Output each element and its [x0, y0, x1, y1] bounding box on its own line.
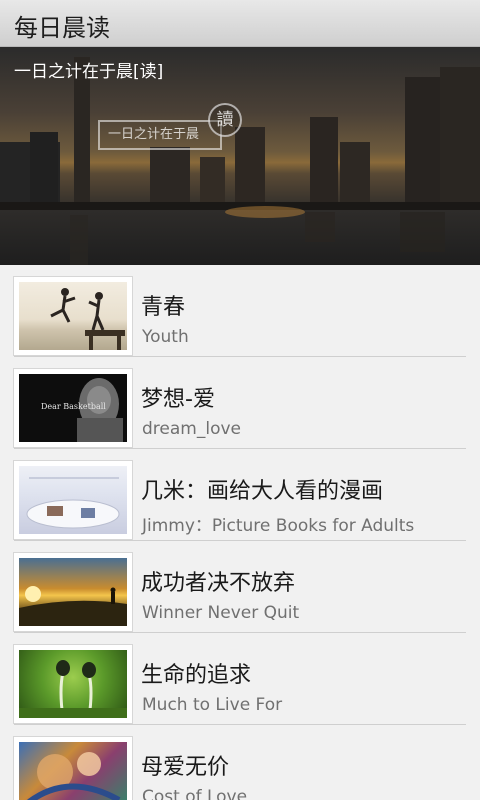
- article-subtitle: Youth: [142, 327, 189, 347]
- article-title: 生命的追求: [141, 663, 252, 688]
- article-subtitle: Jimmy：Picture Books for Adults: [142, 516, 415, 536]
- mother-child-art-image: [19, 742, 127, 800]
- silhouettes-jumping-image: [19, 282, 127, 350]
- article-title: 青春: [141, 295, 186, 320]
- article-list[interactable]: 青春 Youth Dear Basketball 梦想-爱 dream_love: [0, 265, 480, 800]
- article-title: 母爱无价: [141, 755, 230, 780]
- article-title: 梦想-爱: [141, 387, 215, 412]
- list-item[interactable]: 几米：画给大人看的漫画 Jimmy：Picture Books for Adul…: [0, 449, 480, 541]
- article-thumbnail: [13, 736, 133, 800]
- article-subtitle: Much to Live For: [142, 695, 283, 715]
- list-item[interactable]: 青春 Youth: [0, 265, 480, 357]
- article-thumbnail: Dear Basketball: [13, 368, 133, 448]
- header-banner[interactable]: 一日之计在于晨[读] 一日之计在于晨 讀: [0, 47, 480, 265]
- banner-caption: 一日之计在于晨[读]: [14, 62, 164, 82]
- basketball-player-image: Dear Basketball: [19, 374, 127, 442]
- read-seal-icon: 讀: [208, 103, 242, 137]
- article-thumbnail: [13, 552, 133, 632]
- list-item[interactable]: 生命的追求 Much to Live For: [0, 633, 480, 725]
- article-thumbnail: [13, 276, 133, 356]
- article-subtitle: Winner Never Quit: [142, 603, 300, 623]
- app-title: 每日晨读: [14, 14, 110, 42]
- article-title: 几米：画给大人看的漫画: [141, 479, 384, 504]
- article-thumbnail: [13, 644, 133, 724]
- article-thumbnail: [13, 460, 133, 540]
- article-subtitle: Cost of Love: [142, 787, 248, 800]
- article-title: 成功者决不放弃: [141, 571, 296, 596]
- snowy-illustration-image: [19, 466, 127, 534]
- banner-badge: 一日之计在于晨: [98, 120, 222, 150]
- sunset-hill-image: [19, 558, 127, 626]
- app-title-bar: 每日晨读: [0, 0, 480, 47]
- thumb-caption: Dear Basketball: [41, 402, 106, 411]
- list-item[interactable]: Dear Basketball 梦想-爱 dream_love: [0, 357, 480, 449]
- seedlings-image: [19, 650, 127, 718]
- list-item[interactable]: 成功者决不放弃 Winner Never Quit: [0, 541, 480, 633]
- article-subtitle: dream_love: [142, 419, 241, 439]
- list-item[interactable]: 母爱无价 Cost of Love: [0, 725, 480, 800]
